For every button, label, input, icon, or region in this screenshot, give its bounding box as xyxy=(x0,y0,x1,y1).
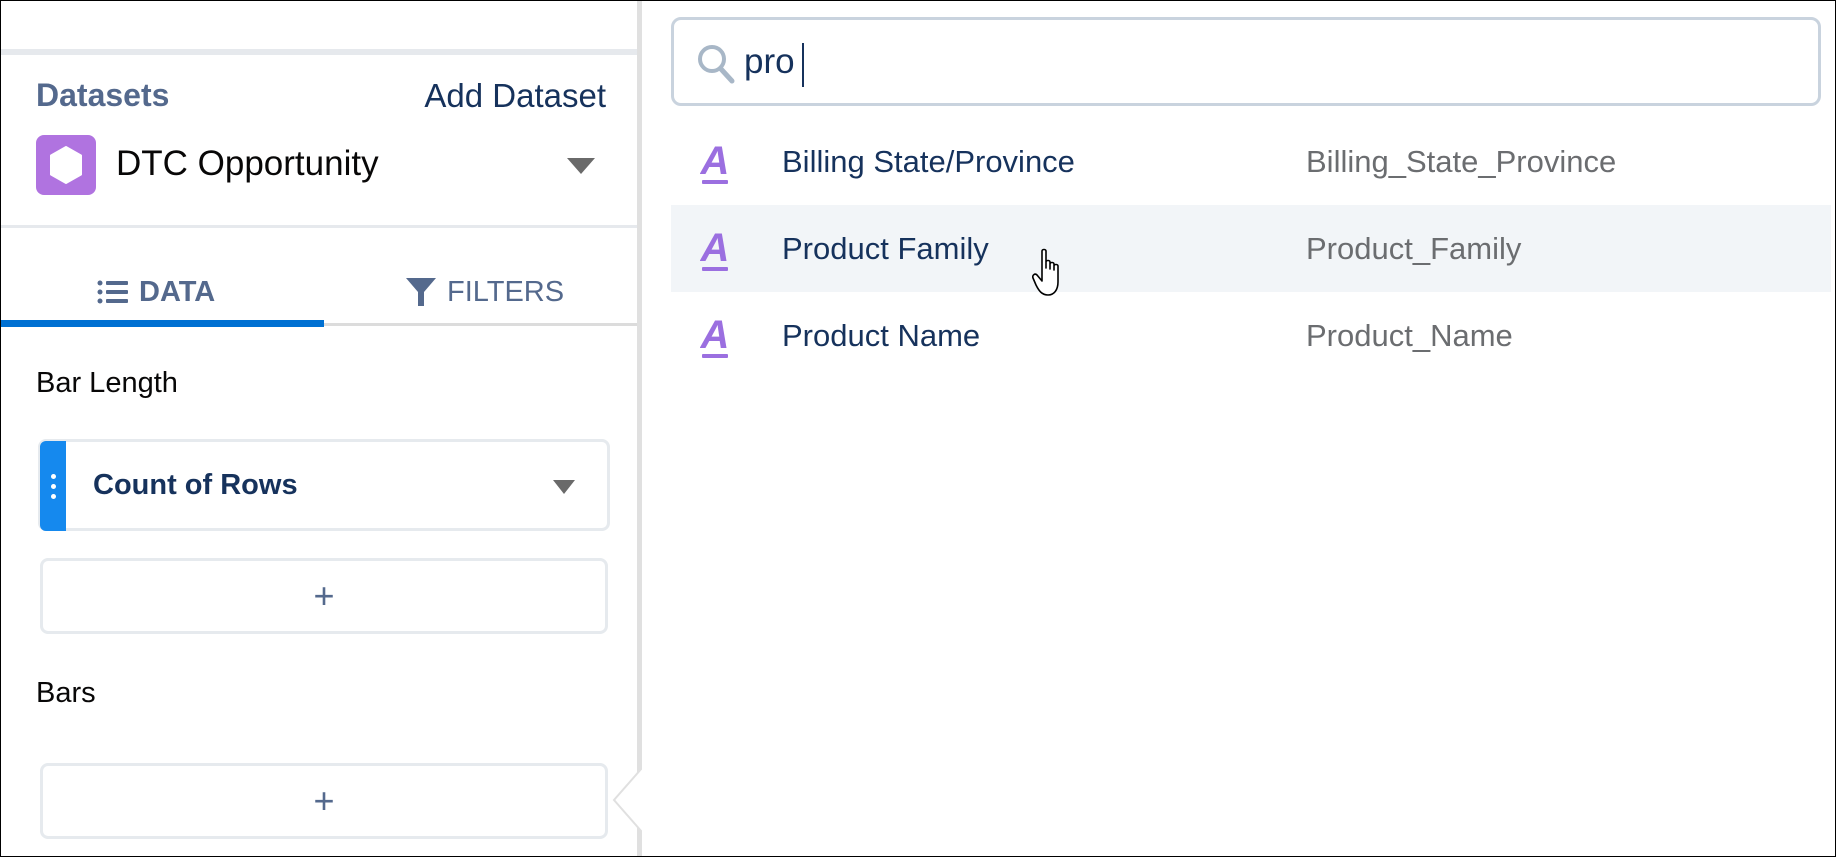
svg-text:A: A xyxy=(700,226,729,270)
tab-filters-label: FILTERS xyxy=(447,275,565,308)
add-measure-button[interactable]: + xyxy=(40,558,608,634)
field-search-box[interactable] xyxy=(671,17,1821,106)
datasets-heading: Datasets xyxy=(36,77,170,113)
search-input[interactable] xyxy=(744,34,1794,90)
add-dataset-link[interactable]: Add Dataset xyxy=(424,77,606,115)
bar-length-label: Bar Length xyxy=(36,367,178,399)
add-grouping-button[interactable]: + xyxy=(40,763,608,839)
result-item[interactable]: A Billing State/Province Billing_State_P… xyxy=(671,118,1831,205)
result-label: Product Family xyxy=(782,230,989,266)
svg-text:A: A xyxy=(700,313,729,357)
popover-pointer xyxy=(612,768,642,832)
result-api-name: Product_Name xyxy=(1306,317,1513,353)
result-item[interactable]: A Product Name Product_Name xyxy=(671,292,1831,379)
top-divider xyxy=(1,49,638,55)
result-api-name: Product_Family xyxy=(1306,230,1522,266)
text-dimension-icon: A xyxy=(700,139,729,184)
text-dimension-icon: A xyxy=(700,226,729,271)
result-api-name: Billing_State_Province xyxy=(1306,143,1617,179)
active-tab-indicator xyxy=(1,320,324,327)
text-dimension-icon: A xyxy=(700,313,729,358)
search-icon xyxy=(696,43,736,90)
result-item[interactable]: A Product Family Product_Family xyxy=(671,205,1831,292)
tab-data[interactable]: DATA xyxy=(97,267,215,317)
list-icon xyxy=(97,280,129,304)
drag-handle-icon[interactable] xyxy=(40,441,66,531)
search-results-list: A Billing State/Province Billing_State_P… xyxy=(671,118,1831,379)
svg-text:A: A xyxy=(700,139,729,183)
dataset-panel: Datasets Add Dataset DTC Opportunity DAT… xyxy=(1,1,638,856)
field-dropdown-caret-icon[interactable] xyxy=(553,480,575,494)
result-label: Product Name xyxy=(782,317,981,353)
dataset-dropdown-caret-icon[interactable] xyxy=(567,158,595,174)
section-divider xyxy=(1,225,638,228)
hand-pointer-cursor-icon xyxy=(1032,248,1059,296)
filter-funnel-icon xyxy=(405,276,437,308)
panel-divider xyxy=(637,1,642,856)
count-of-rows-field[interactable]: Count of Rows xyxy=(38,439,610,531)
text-cursor xyxy=(802,43,804,87)
dataset-name: DTC Opportunity xyxy=(116,144,379,183)
dataset-hexagon-icon xyxy=(36,135,96,195)
result-label: Billing State/Province xyxy=(782,143,1075,179)
field-label: Count of Rows xyxy=(93,469,298,501)
tab-filters[interactable]: FILTERS xyxy=(405,267,564,317)
bars-label: Bars xyxy=(36,677,96,709)
tab-data-label: DATA xyxy=(139,275,216,308)
